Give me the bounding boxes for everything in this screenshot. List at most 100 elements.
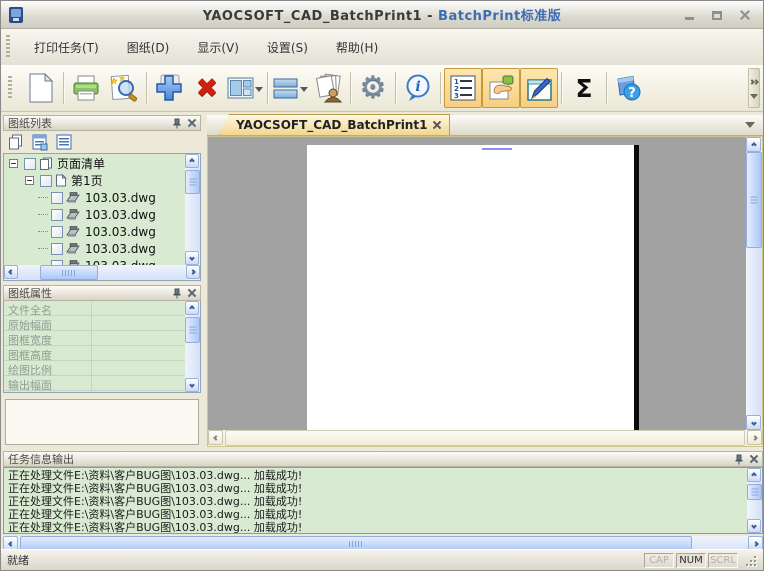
menu-view[interactable]: 显示(V) (183, 35, 253, 60)
property-row[interactable]: 输出幅面 (4, 376, 185, 391)
settings-button[interactable]: ⚙ (354, 68, 392, 108)
report-preview-icon[interactable] (31, 133, 49, 151)
layout-dropdown-caret[interactable] (255, 87, 263, 96)
scroll-up-button[interactable] (185, 301, 199, 315)
properties-vertical-scrollbar[interactable] (185, 301, 200, 392)
minimize-button[interactable] (681, 8, 697, 22)
file-checkbox[interactable] (51, 209, 63, 221)
property-value[interactable] (92, 346, 185, 360)
menubar-grip[interactable] (6, 35, 10, 59)
property-row[interactable]: 原始幅面 (4, 316, 185, 331)
menu-help[interactable]: 帮助(H) (322, 35, 392, 60)
property-row[interactable]: 图框宽度 (4, 331, 185, 346)
scroll-thumb[interactable] (225, 430, 745, 446)
root-checkbox[interactable] (24, 158, 36, 170)
tree-file-row[interactable]: 103.03.dwg (4, 223, 185, 240)
page-view-toggle-button[interactable] (482, 68, 520, 108)
tree-vertical-scrollbar[interactable] (185, 154, 200, 265)
log-vertical-scrollbar[interactable] (747, 468, 762, 533)
panel-close-icon[interactable] (750, 455, 758, 463)
scroll-up-button[interactable] (185, 154, 199, 168)
scroll-thumb[interactable] (185, 317, 200, 343)
edit-toggle-button[interactable] (520, 68, 558, 108)
property-label: 文件全名 (4, 301, 92, 315)
scroll-up-button[interactable] (746, 137, 761, 152)
collapse-icon[interactable] (9, 159, 18, 168)
file-checkbox[interactable] (51, 226, 63, 238)
horizontal-layout-button[interactable] (271, 68, 309, 108)
maximize-button[interactable] (709, 8, 725, 22)
drawing-canvas[interactable] (208, 137, 746, 430)
add-icon (153, 73, 185, 103)
copy-pages-icon[interactable] (7, 133, 25, 151)
panel-close-icon[interactable] (188, 289, 196, 297)
property-value[interactable] (92, 316, 185, 330)
pin-icon[interactable] (172, 288, 182, 299)
tab-list-dropdown-icon[interactable] (745, 122, 755, 133)
menu-drawing[interactable]: 图纸(D) (113, 35, 184, 60)
pin-icon[interactable] (172, 118, 182, 129)
tab-close-icon[interactable] (433, 121, 441, 129)
details-list-icon[interactable] (55, 133, 73, 151)
tree-file-row[interactable]: 103.03.dwg (4, 240, 185, 257)
help-button[interactable]: ? (610, 68, 648, 108)
pin-icon[interactable] (734, 454, 744, 465)
drawing-list-title: 图纸列表 (8, 115, 52, 131)
tree-page-label: 第1页 (71, 172, 103, 189)
file-checkbox[interactable] (51, 192, 63, 204)
sigma-summary-button[interactable]: Σ (565, 68, 603, 108)
toolbar-separator (63, 72, 64, 104)
property-row[interactable]: 绘图比例 (4, 361, 185, 376)
hlayout-dropdown-caret[interactable] (300, 87, 308, 96)
property-value[interactable] (92, 301, 185, 315)
scroll-down-button[interactable] (185, 378, 199, 392)
canvas-vertical-scrollbar[interactable] (746, 137, 762, 430)
task-output-panel: 任务信息输出 正在处理文件E:\资料\客户BUG图\103.03.dwg... … (3, 451, 763, 551)
add-drawing-button[interactable] (150, 68, 188, 108)
scroll-right-button[interactable] (747, 430, 762, 445)
scroll-thumb[interactable] (746, 152, 762, 248)
tree-horizontal-scrollbar[interactable] (4, 265, 200, 280)
delete-drawing-button[interactable]: ✖ (188, 68, 226, 108)
property-row[interactable]: 文件全名 (4, 301, 185, 316)
menu-settings[interactable]: 设置(S) (253, 35, 322, 60)
property-value[interactable] (92, 376, 185, 390)
window-layout-button[interactable] (226, 68, 264, 108)
property-value[interactable] (92, 331, 185, 345)
scroll-down-button[interactable] (746, 415, 761, 430)
property-row[interactable]: 图框高度 (4, 346, 185, 361)
menu-print-task[interactable]: 打印任务(T) (20, 35, 113, 60)
print-preview-button[interactable]: ★ ★ (105, 68, 143, 108)
scroll-down-button[interactable] (747, 519, 761, 533)
scroll-left-button[interactable] (4, 265, 18, 279)
info-button[interactable]: i (399, 68, 437, 108)
log-lines[interactable]: 正在处理文件E:\资料\客户BUG图\103.03.dwg... 加载成功! 正… (4, 468, 747, 533)
tree-file-row[interactable]: 103.03.dwg (4, 206, 185, 223)
close-button[interactable] (737, 8, 753, 22)
window-resize-grip[interactable] (744, 554, 757, 567)
scroll-down-button[interactable] (185, 251, 199, 265)
new-document-button[interactable] (22, 68, 60, 108)
tree-root-row[interactable]: 页面清单 (4, 155, 185, 172)
scroll-left-button[interactable] (208, 430, 223, 445)
scroll-up-button[interactable] (747, 468, 761, 482)
collapse-icon[interactable] (25, 176, 34, 185)
toolbar-overflow-handle[interactable] (748, 68, 760, 108)
tree-file-row[interactable]: 103.03.dwg (4, 189, 185, 206)
scroll-right-button[interactable] (186, 265, 200, 279)
page-checkbox[interactable] (40, 175, 52, 187)
list-view-toggle-button[interactable]: 1 2 3 (444, 68, 482, 108)
tree-page-row[interactable]: 第1页 (4, 172, 185, 189)
property-value[interactable] (92, 361, 185, 375)
panel-close-icon[interactable] (188, 119, 196, 127)
batch-print-button[interactable] (309, 68, 347, 108)
print-button[interactable] (67, 68, 105, 108)
toolbar-grip[interactable] (8, 76, 12, 100)
file-checkbox[interactable] (51, 243, 63, 255)
canvas-horizontal-scrollbar[interactable] (208, 430, 762, 446)
scroll-thumb[interactable] (40, 265, 98, 280)
tree-file-row[interactable]: 103.03.dwg (4, 257, 185, 265)
document-tab[interactable]: YAOCSOFT_CAD_BatchPrint1 (219, 114, 450, 135)
scroll-thumb[interactable] (185, 170, 200, 194)
scroll-thumb[interactable] (747, 484, 762, 500)
